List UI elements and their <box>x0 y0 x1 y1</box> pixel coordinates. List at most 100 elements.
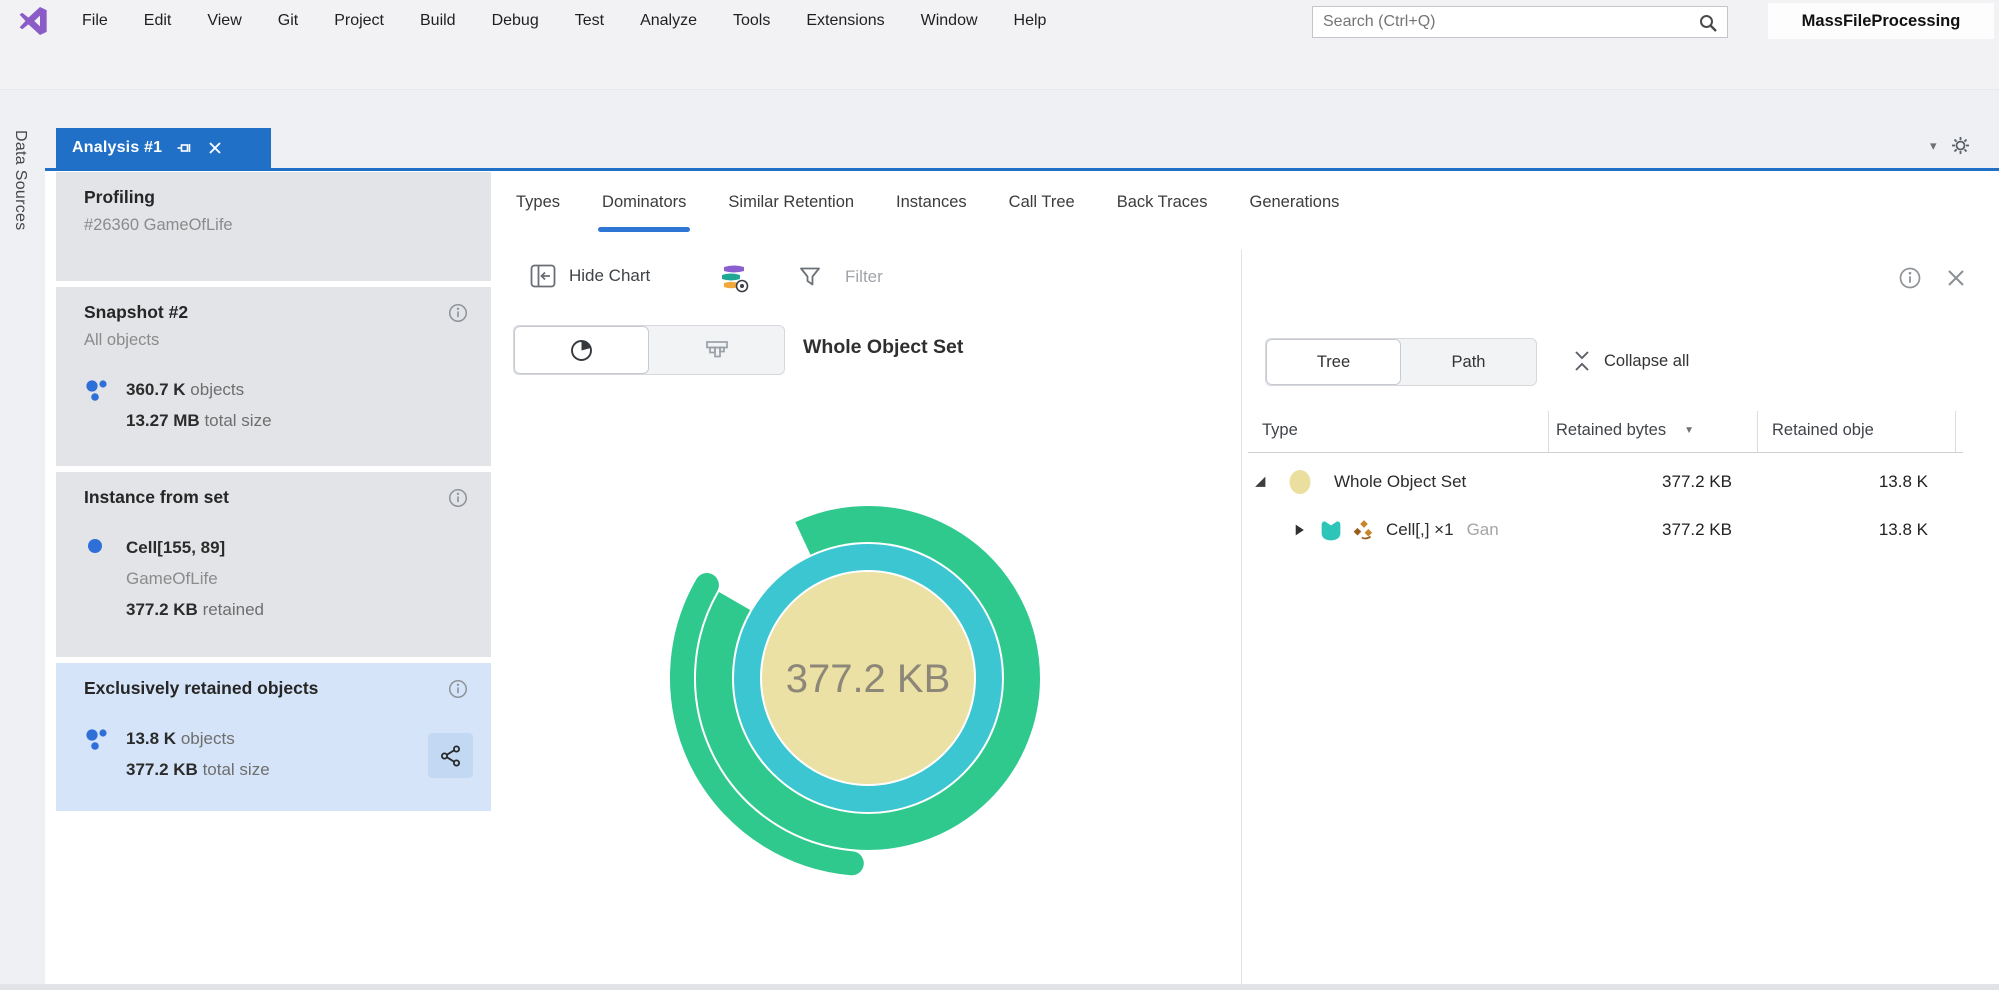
pane-divider[interactable] <box>1241 250 1242 984</box>
tab-analysis-1[interactable]: Analysis #1 <box>56 128 271 168</box>
retained-label: retained <box>203 600 264 619</box>
data-sources-tab[interactable]: Data Sources <box>11 130 29 231</box>
column-header-retained-bytes[interactable]: Retained bytes ▼ <box>1556 408 1694 452</box>
column-label: Retained bytes <box>1556 421 1666 440</box>
close-pane-icon[interactable] <box>1946 268 1966 288</box>
menu-analyze[interactable]: Analyze <box>622 0 715 42</box>
hide-chart-icon <box>529 262 557 290</box>
open-in-new-view-button[interactable] <box>428 733 473 778</box>
analysis-tab-strip: Types Dominators Similar Retention Insta… <box>516 171 1381 233</box>
size-label: total size <box>204 411 271 430</box>
vs-window: File Edit View Git Project Build Debug T… <box>0 0 1999 990</box>
tab-instances[interactable]: Instances <box>896 193 967 212</box>
menu-window[interactable]: Window <box>903 0 996 42</box>
collapse-all-button[interactable]: Collapse all <box>1572 350 1689 372</box>
solution-name[interactable]: MassFileProcessing <box>1768 3 1994 39</box>
column-header-type[interactable]: Type <box>1262 408 1298 452</box>
row-name: Whole Object Set <box>1334 472 1466 492</box>
tree-view-button[interactable]: Tree <box>1266 339 1401 385</box>
size-label: total size <box>203 760 270 779</box>
tree-collapsed-icon[interactable] <box>1294 524 1305 537</box>
instance-name: Cell[155, 89] <box>126 538 225 557</box>
sunburst-chart[interactable]: 377.2 KB <box>668 478 1068 878</box>
tab-similar-retention[interactable]: Similar Retention <box>728 193 854 212</box>
row-retained-bytes: 377.2 KB <box>1662 472 1732 492</box>
section-subtitle: All objects <box>84 331 463 350</box>
pie-view-button[interactable] <box>514 326 649 374</box>
menu-edit[interactable]: Edit <box>126 0 190 42</box>
menu-project[interactable]: Project <box>316 0 402 42</box>
type-name: Cell[,] ×1 <box>1386 520 1454 539</box>
retention-paths-icon <box>1352 518 1376 542</box>
sidebar-section-instance[interactable]: Instance from set Cell[155, 89] GameOfLi… <box>56 472 491 657</box>
chart-center-label: 377.2 KB <box>786 657 951 701</box>
column-divider[interactable] <box>1757 411 1758 452</box>
tree-expanded-icon[interactable] <box>1254 476 1267 489</box>
objects-count: 13.8 K <box>126 729 176 748</box>
table-row-whole-object-set[interactable]: Whole Object Set 377.2 KB 13.8 K <box>1240 458 1999 506</box>
icicle-view-button[interactable] <box>649 326 784 374</box>
close-tab-icon[interactable] <box>208 141 222 155</box>
collapse-all-icon <box>1572 350 1592 372</box>
menu-build[interactable]: Build <box>402 0 474 42</box>
tab-call-tree[interactable]: Call Tree <box>1009 193 1075 212</box>
icicle-chart-icon <box>703 336 731 364</box>
objects-label: objects <box>190 380 244 399</box>
collapse-all-label: Collapse all <box>1604 352 1689 371</box>
tab-types[interactable]: Types <box>516 193 560 212</box>
pin-icon[interactable] <box>176 140 192 156</box>
filter-control[interactable]: Filter <box>797 264 883 290</box>
menu-debug[interactable]: Debug <box>474 0 557 42</box>
objects-label: objects <box>181 729 235 748</box>
info-icon[interactable] <box>447 302 469 324</box>
info-icon[interactable] <box>447 487 469 509</box>
search-icon[interactable] <box>1697 12 1719 34</box>
gear-icon[interactable] <box>1951 136 1970 155</box>
row-retained-bytes: 377.2 KB <box>1662 520 1732 540</box>
header-underline <box>1248 452 1963 453</box>
section-title: Exclusively retained objects <box>84 678 463 699</box>
column-divider[interactable] <box>1548 411 1549 452</box>
column-header-retained-objects[interactable]: Retained obje <box>1772 408 1874 452</box>
search-input[interactable] <box>1323 7 1683 37</box>
objects-cluster-icon <box>84 723 126 785</box>
menu-view[interactable]: View <box>189 0 259 42</box>
objects-count: 360.7 K <box>126 380 186 399</box>
tab-back-traces[interactable]: Back Traces <box>1117 193 1208 212</box>
tab-dominators[interactable]: Dominators <box>602 193 686 212</box>
sidebar-section-snapshot[interactable]: Snapshot #2 All objects 360.7 K objects … <box>56 287 491 466</box>
hide-chart-button[interactable]: Hide Chart <box>529 262 650 290</box>
table-row-cell-array[interactable]: Cell[,] ×1Gan 377.2 KB 13.8 K <box>1240 506 1999 554</box>
sidebar-section-exclusively-retained[interactable]: Exclusively retained objects 13.8 K obje… <box>56 663 491 811</box>
menu-git[interactable]: Git <box>260 0 316 42</box>
tab-generations[interactable]: Generations <box>1250 193 1340 212</box>
data-sources-strip: Data Sources <box>0 90 45 984</box>
tree-path-toggle: Tree Path <box>1265 338 1537 386</box>
section-title: Snapshot #2 <box>84 302 463 323</box>
object-set-title: Whole Object Set <box>803 336 963 359</box>
filter-icon <box>797 264 823 290</box>
pane-controls <box>1898 266 1966 290</box>
menu-help[interactable]: Help <box>996 0 1065 42</box>
objects-cluster-icon <box>84 374 126 436</box>
class-icon <box>1318 518 1344 543</box>
sidebar-section-profiling[interactable]: Profiling #26360 GameOfLife <box>56 172 491 281</box>
info-icon[interactable] <box>447 678 469 700</box>
menu-tools[interactable]: Tools <box>715 0 788 42</box>
menu-extensions[interactable]: Extensions <box>788 0 902 42</box>
section-subtitle: #26360 GameOfLife <box>84 216 463 235</box>
document-well <box>45 90 1999 168</box>
path-view-button[interactable]: Path <box>1401 339 1536 385</box>
document-well-controls: ▾ <box>1930 136 1970 155</box>
menu-file[interactable]: File <box>64 0 126 42</box>
info-icon[interactable] <box>1898 266 1922 290</box>
menu-bar: File Edit View Git Project Build Debug T… <box>64 0 1064 42</box>
menu-test[interactable]: Test <box>557 0 622 42</box>
tab-list-chevron-icon[interactable]: ▾ <box>1930 139 1937 152</box>
hide-chart-label: Hide Chart <box>569 266 650 286</box>
retained-size: 377.2 KB <box>126 600 198 619</box>
sort-descending-icon[interactable]: ▼ <box>1684 425 1694 436</box>
chart-visibility-icon[interactable] <box>718 262 750 299</box>
section-title: Profiling <box>84 187 463 208</box>
column-divider[interactable] <box>1955 411 1956 452</box>
